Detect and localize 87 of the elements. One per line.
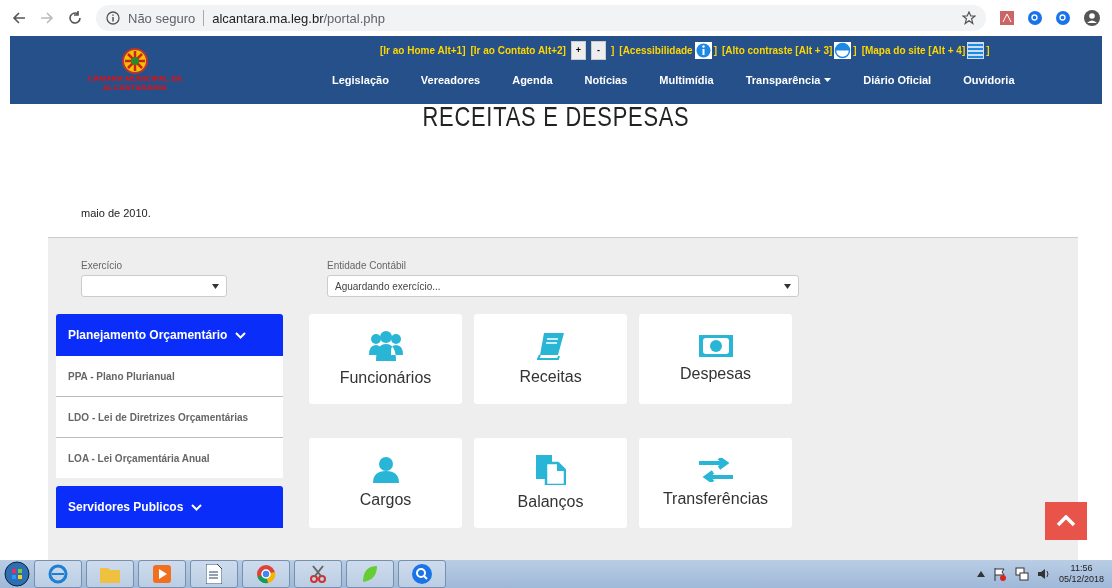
leaf-icon — [361, 564, 379, 584]
taskbar-app[interactable] — [294, 560, 342, 588]
sidebar-item[interactable]: LOA - Lei Orçamentária Anual — [56, 438, 283, 478]
url-path: /portal.php — [323, 10, 385, 26]
clock[interactable]: 11:56 05/12/2018 — [1058, 563, 1104, 585]
category-tile[interactable]: Receitas — [474, 314, 627, 404]
nav-link[interactable]: Multimídia — [643, 74, 730, 86]
select-field[interactable] — [81, 275, 227, 297]
category-tile[interactable]: Cargos — [309, 437, 462, 528]
select-field[interactable]: Aguardando exercício... — [327, 275, 799, 297]
taskbar-app[interactable] — [138, 560, 186, 588]
flag-icon[interactable] — [992, 567, 1007, 581]
font-size-button[interactable]: + — [570, 40, 586, 60]
nav-link[interactable]: Notícias — [568, 74, 644, 86]
shortcut-link[interactable]: [Mapa do site [Alt + 4] — [861, 44, 966, 56]
banknote-icon — [698, 335, 733, 357]
nav-link[interactable]: Vereadores — [404, 74, 497, 86]
sidebar-header[interactable]: Servidores Publicos — [56, 486, 283, 528]
scissors-icon — [308, 564, 328, 584]
shortcut-link[interactable]: [Ir ao Home Alt+1] — [380, 44, 466, 56]
search-icon — [412, 564, 432, 584]
field-label: Exercício — [81, 260, 124, 271]
profile-icon[interactable] — [1084, 10, 1100, 26]
sidebar-item[interactable]: PPA - Plano Plurianual — [56, 356, 283, 397]
sitemap-icon[interactable] — [967, 41, 985, 59]
field-label: Entidade Contábil — [327, 260, 407, 271]
shortcut-link[interactable]: [Ir ao Contato Alt+2] — [470, 44, 566, 56]
star-icon[interactable] — [962, 11, 976, 25]
sidebar-item[interactable]: LDO - Lei de Diretrizes Orçamentárias — [56, 397, 283, 438]
users-icon — [368, 331, 403, 361]
security-label: Não seguro — [128, 10, 196, 26]
chevron-icon — [235, 331, 247, 339]
shortcut-link[interactable]: [Alto contraste [Alt + 3] — [722, 44, 833, 56]
scroll-to-top-button[interactable] — [1045, 502, 1087, 540]
intro-text: maio de 2010. — [81, 207, 152, 221]
taskbar-app[interactable] — [86, 560, 134, 588]
document-icon — [206, 564, 222, 584]
user-icon — [372, 456, 399, 483]
folder-icon — [100, 565, 120, 583]
font-size-button[interactable]: - — [590, 40, 606, 60]
taskbar-app[interactable] — [346, 560, 394, 588]
category-tile[interactable]: Transferências — [639, 437, 792, 528]
chevron-up-icon — [1056, 515, 1076, 527]
caret-icon — [784, 283, 791, 289]
contrast-icon[interactable] — [834, 41, 852, 59]
bracket-text: ] — [986, 44, 990, 56]
coat-of-arms-icon — [122, 48, 148, 74]
documents-icon — [535, 454, 566, 485]
address-bar[interactable]: Não seguro alcantara.ma.leg.br/portal.php — [96, 5, 986, 31]
transfer-arrows-icon — [698, 457, 733, 482]
category-tile[interactable]: Despesas — [639, 314, 792, 404]
tray-up-arrow-icon[interactable] — [976, 571, 985, 577]
nav-link[interactable]: Agenda — [496, 74, 569, 86]
nav-link[interactable]: Transparência — [729, 74, 848, 86]
shortcut-link[interactable]: [Acessibilidade — [619, 44, 693, 56]
chevron-icon — [191, 503, 203, 511]
speaker-icon[interactable] — [1036, 567, 1051, 581]
category-tile[interactable]: Balanços — [474, 437, 627, 528]
nav-link[interactable]: Ouvidoria — [947, 74, 1031, 86]
nav-link[interactable]: Legislação — [316, 74, 405, 86]
logo-text: CÂMARA MUNICIPAL DE ALCANTARA/MA — [87, 74, 183, 92]
sidebar-header[interactable]: Planejamento Orçamentário — [56, 314, 283, 356]
book-icon — [536, 332, 565, 360]
taskbar-app[interactable] — [242, 560, 290, 588]
bracket-text: ] — [853, 44, 857, 56]
info-icon[interactable] — [694, 41, 712, 59]
category-tile[interactable]: Funcionários — [309, 314, 462, 404]
caret-icon — [212, 283, 219, 289]
info-icon — [106, 11, 120, 25]
network-icon[interactable] — [1014, 567, 1029, 581]
page-title: RECEITAS E DESPESAS — [421, 101, 691, 134]
bracket-text: ] — [610, 44, 615, 56]
url-host: alcantara.ma.leg.br — [212, 10, 324, 26]
media-player-icon — [153, 565, 171, 583]
reload-icon[interactable] — [68, 11, 82, 25]
bracket-text: ] — [713, 44, 717, 56]
taskbar-app[interactable] — [190, 560, 238, 588]
taskbar-app[interactable] — [398, 560, 446, 588]
nav-link[interactable]: Diário Oficial — [847, 74, 948, 86]
pdf-extension-icon[interactable] — [1000, 11, 1014, 25]
search-extension-icon[interactable] — [1056, 11, 1070, 25]
start-icon[interactable] — [4, 561, 30, 587]
back-icon[interactable] — [12, 11, 26, 25]
caret-icon — [824, 78, 832, 82]
browser-icon — [48, 564, 68, 584]
chrome-icon — [256, 564, 276, 584]
search-extension-icon[interactable] — [1028, 11, 1042, 25]
